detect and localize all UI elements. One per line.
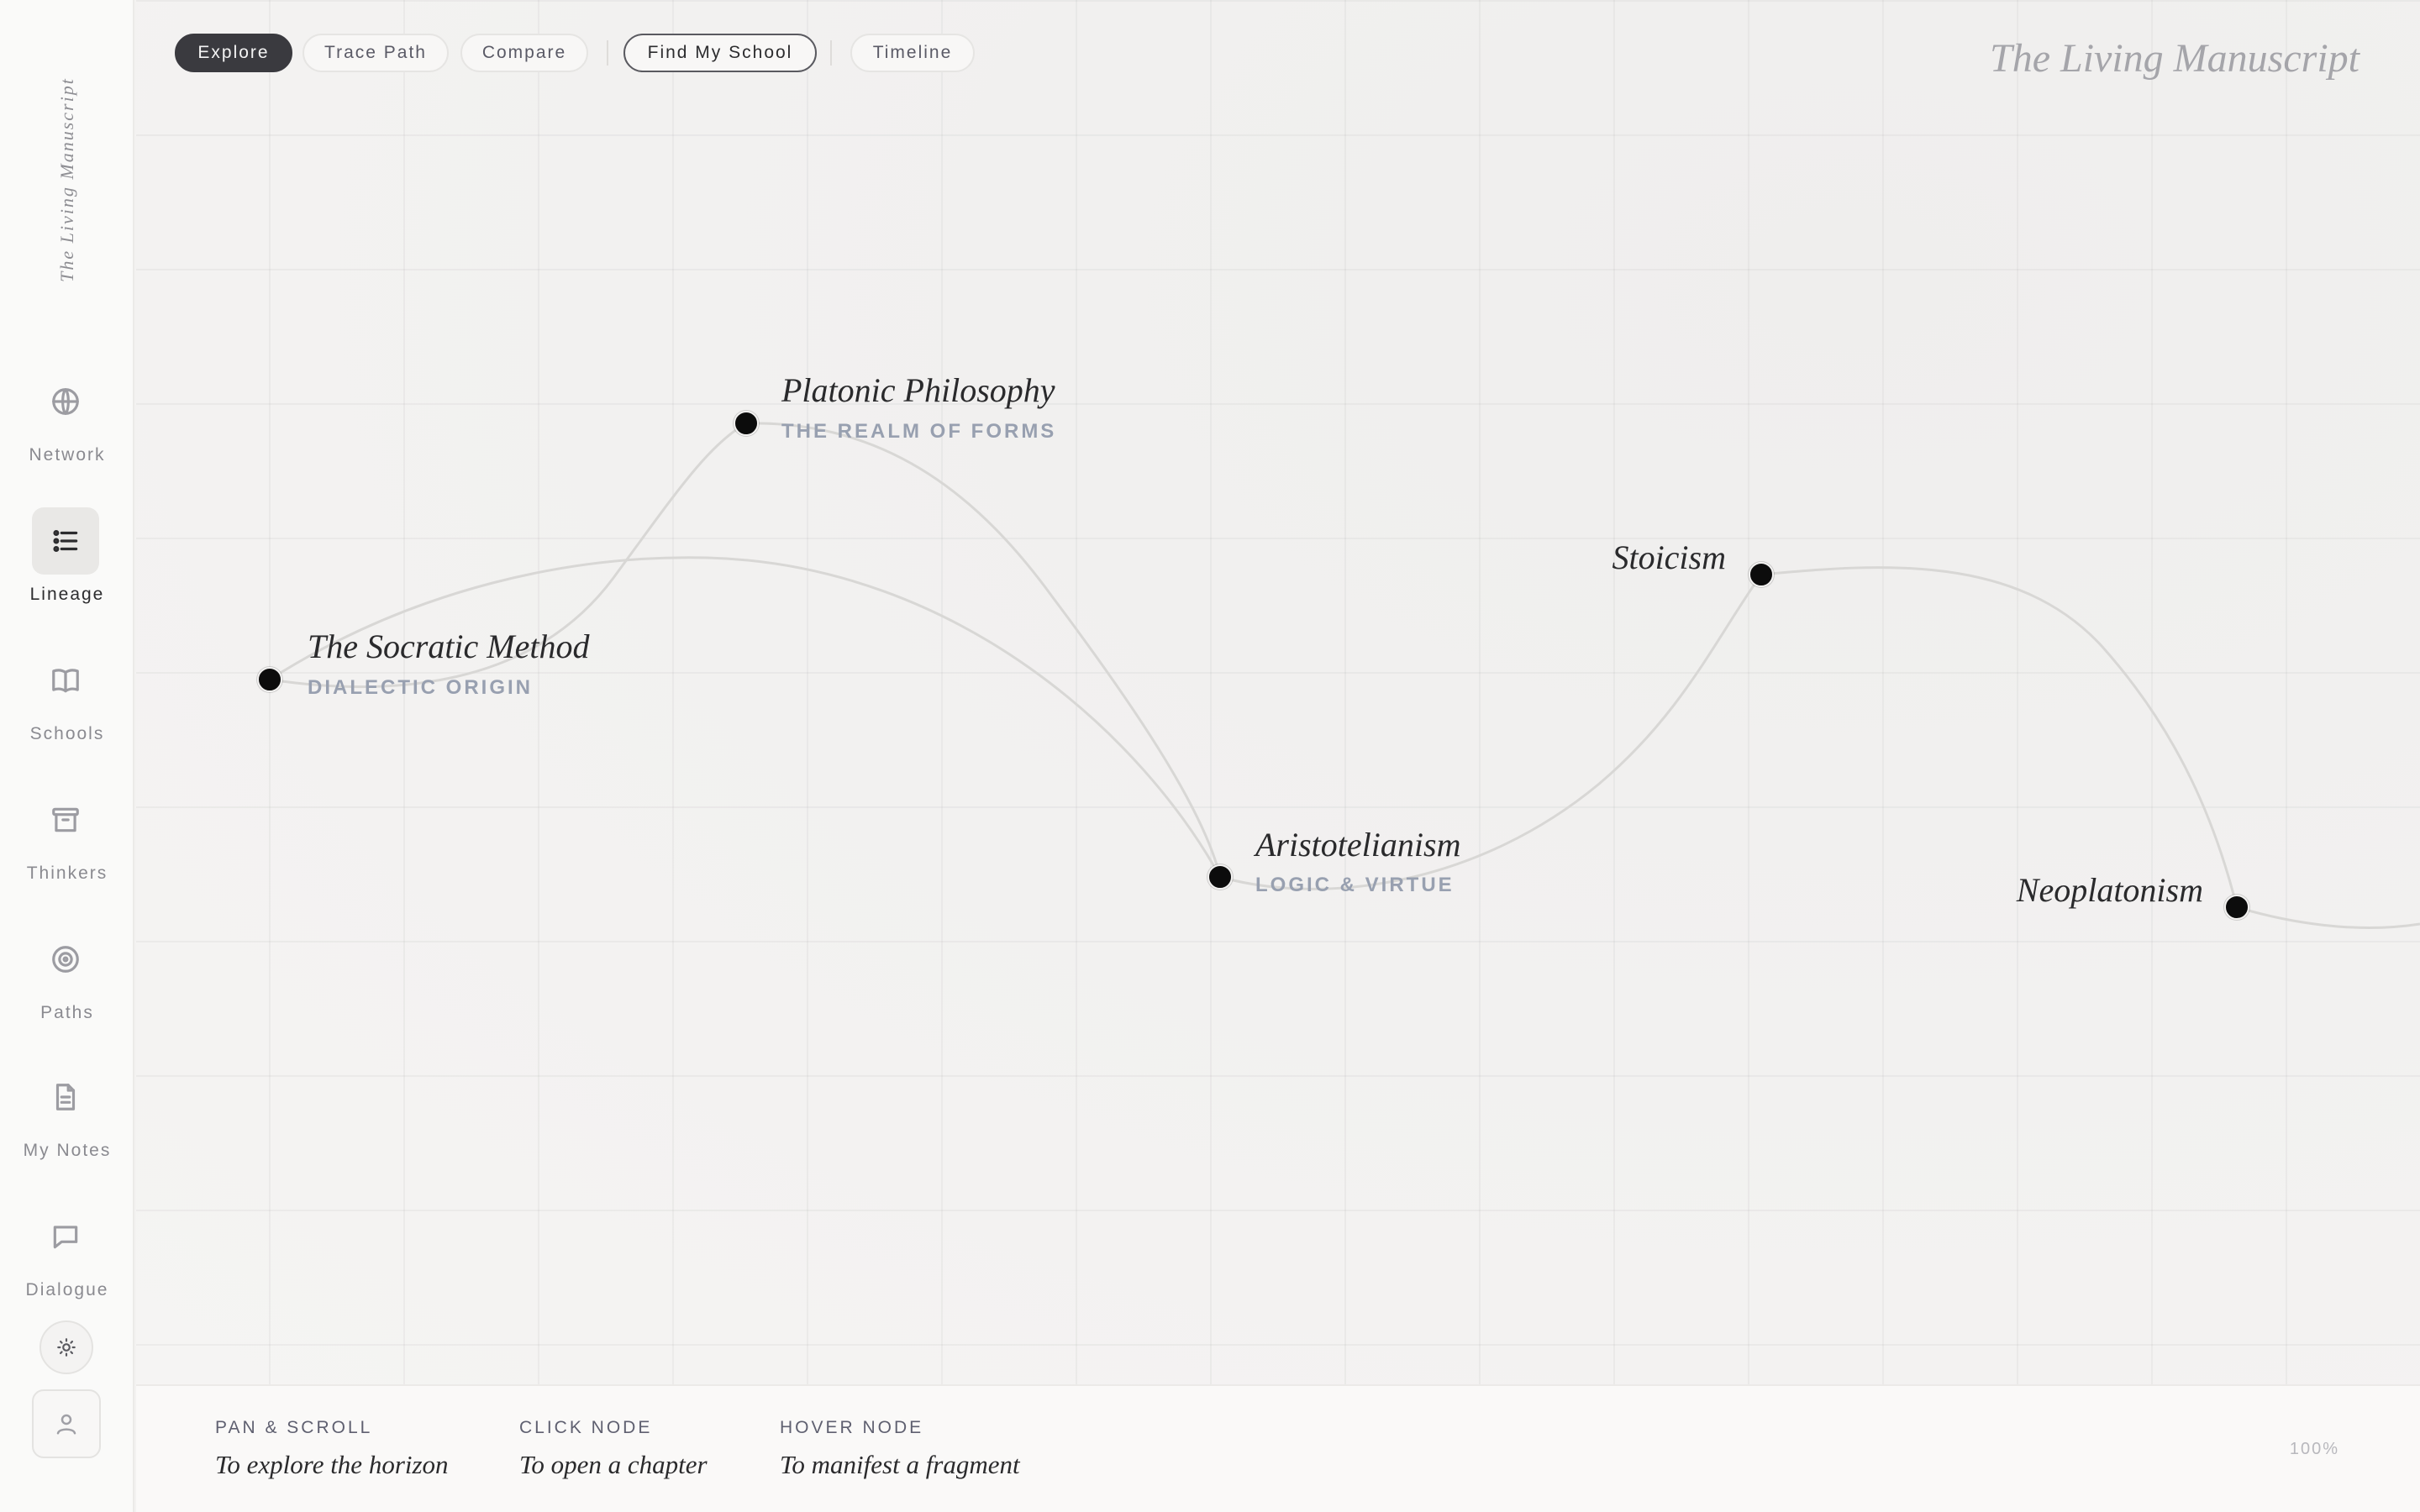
sidebar-item-my-notes[interactable]: My Notes <box>0 1063 134 1181</box>
chat-icon <box>53 1226 78 1249</box>
sidebar-item-label: My Notes <box>23 1141 112 1160</box>
trace-path-button[interactable]: Trace Path <box>302 34 449 72</box>
sidebar-item-label: Thinkers <box>26 864 108 883</box>
target-icon <box>52 946 79 973</box>
edge-neoplatonism-offscreen <box>2236 906 2420 929</box>
book-icon <box>52 669 79 693</box>
sidebar-item-schools[interactable]: Schools <box>0 647 134 764</box>
sidebar-item-label: Network <box>29 445 106 465</box>
timeline-button[interactable]: Timeline <box>850 34 975 72</box>
node-title[interactable]: Platonic Philosophy <box>781 370 1055 410</box>
toolbar-divider <box>607 40 608 66</box>
edge-platonic-aristotelian <box>745 422 1222 878</box>
compare-button[interactable]: Compare <box>460 34 588 72</box>
hint-key: CLICK NODE <box>519 1418 653 1437</box>
user-icon <box>56 1414 76 1435</box>
node-subtitle: THE REALM OF FORMS <box>781 420 1057 443</box>
hint-text: To explore the horizon <box>215 1450 449 1479</box>
hint-click-node: CLICK NODE To open a chapter <box>519 1418 708 1480</box>
globe-icon <box>52 388 79 415</box>
edge-socratic-aristotelian <box>269 556 1222 878</box>
interaction-hints-footer: PAN & SCROLL To explore the horizon CLIC… <box>136 1384 2420 1512</box>
sidebar-item-label: Dialogue <box>25 1280 109 1299</box>
node-title[interactable]: Aristotelianism <box>1255 825 1460 864</box>
sidebar: The Living Manuscript Network Lineage Sc… <box>0 0 134 1512</box>
archive-icon <box>52 807 79 832</box>
lineage-canvas[interactable]: The Socratic Method DIALECTIC ORIGIN Pla… <box>136 0 2420 1384</box>
toolbar-divider <box>830 40 832 66</box>
node-stoicism[interactable] <box>1749 562 1774 587</box>
node-aristotelianism[interactable] <box>1207 864 1233 890</box>
hint-text: To manifest a fragment <box>780 1450 1020 1479</box>
zoom-level: 100% <box>2289 1440 2339 1458</box>
hint-hover-node: HOVER NODE To manifest a fragment <box>780 1418 1020 1480</box>
hint-key: PAN & SCROLL <box>215 1418 373 1437</box>
sidebar-brand: The Living Manuscript <box>52 69 82 291</box>
sidebar-item-lineage[interactable]: Lineage <box>0 507 134 625</box>
sidebar-item-label: Lineage <box>29 585 105 604</box>
node-neoplatonism[interactable] <box>2224 895 2249 920</box>
app-brand-title: The Living Manuscript <box>1990 36 2360 81</box>
sidebar-item-label: Schools <box>29 724 105 743</box>
sun-icon <box>57 1338 76 1357</box>
document-icon <box>55 1084 76 1110</box>
node-subtitle: LOGIC & VIRTUE <box>1255 874 1455 896</box>
theme-toggle-button[interactable] <box>39 1320 93 1374</box>
sidebar-item-network[interactable]: Network <box>0 368 134 486</box>
hint-key: HOVER NODE <box>780 1418 924 1437</box>
edge-stoicism-neoplatonism <box>1760 566 2238 908</box>
list-icon <box>53 530 78 552</box>
find-my-school-button[interactable]: Find My School <box>623 34 817 72</box>
user-profile-button[interactable] <box>32 1389 101 1458</box>
node-title[interactable]: Neoplatonism <box>2017 870 2203 910</box>
sidebar-item-thinkers[interactable]: Thinkers <box>0 786 134 904</box>
explore-button[interactable]: Explore <box>175 34 292 72</box>
sidebar-brand-text: The Living Manuscript <box>56 77 77 282</box>
sidebar-item-dialogue[interactable]: Dialogue <box>0 1203 134 1320</box>
hint-text: To open a chapter <box>519 1450 708 1479</box>
node-socratic-method[interactable] <box>257 667 282 692</box>
node-title[interactable]: The Socratic Method <box>308 627 590 666</box>
sidebar-item-paths[interactable]: Paths <box>0 926 134 1043</box>
node-platonic-philosophy[interactable] <box>734 411 759 436</box>
node-subtitle: DIALECTIC ORIGIN <box>308 676 533 699</box>
sidebar-item-label: Paths <box>40 1003 94 1022</box>
node-title[interactable]: Stoicism <box>1612 538 1726 577</box>
hint-pan-scroll: PAN & SCROLL To explore the horizon <box>215 1418 449 1480</box>
